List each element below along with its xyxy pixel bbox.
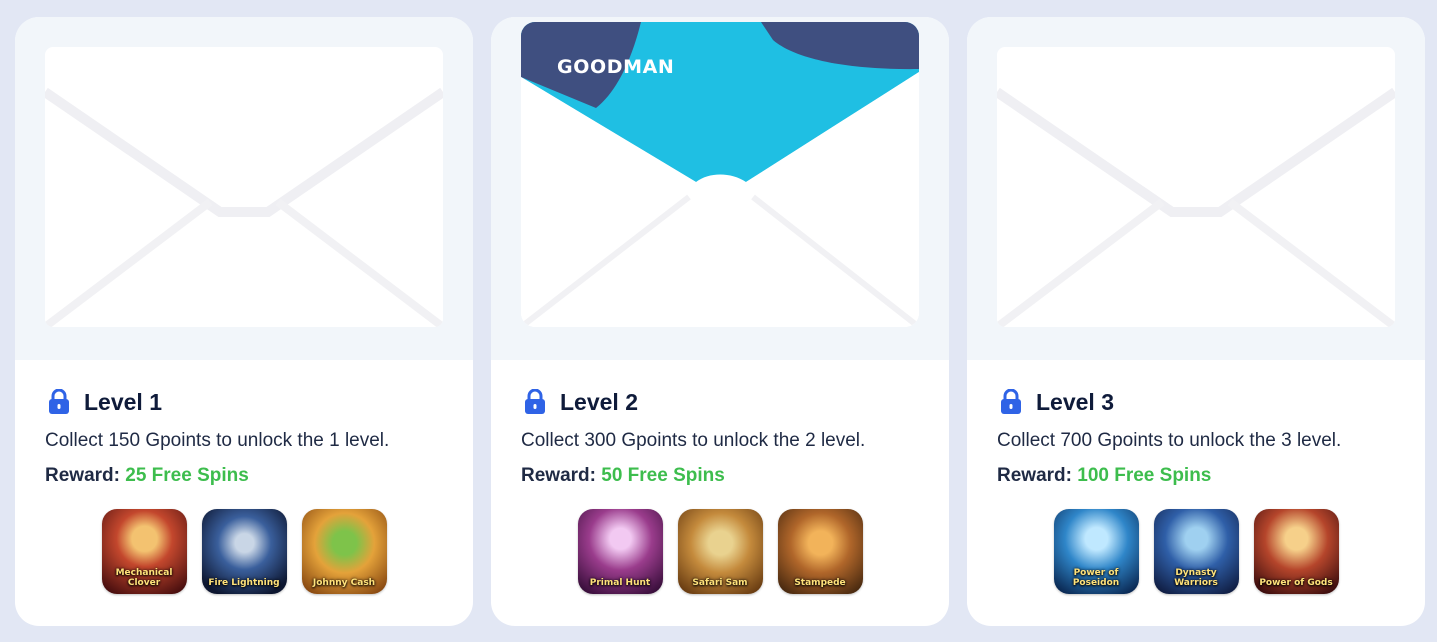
lock-icon	[524, 388, 546, 415]
card-image-area: GOODMAN	[491, 17, 949, 360]
game-tile-johnny-cash[interactable]: Johnny Cash	[301, 509, 387, 594]
game-list: Mechanical Clover Fire Lightning Johnny …	[15, 509, 473, 595]
game-tile-power-of-poseidon[interactable]: Power of Poseidon	[1053, 509, 1139, 594]
game-name: Power of Poseidon	[1072, 568, 1120, 588]
game-name: Johnny Cash	[312, 578, 376, 588]
reward-line: Reward: 25 Free Spins	[45, 465, 249, 487]
card-image-area	[967, 17, 1425, 360]
reward-value: 50 Free Spins	[601, 465, 725, 486]
level-title: Level 1	[84, 388, 162, 415]
game-tile-safari-sam[interactable]: Safari Sam	[677, 509, 763, 594]
lock-icon	[48, 388, 70, 415]
game-tile-primal-hunt[interactable]: Primal Hunt	[577, 509, 663, 594]
game-name: Mechanical Clover	[115, 568, 173, 588]
game-name: Safari Sam	[692, 578, 748, 588]
reward-label: Reward:	[45, 465, 120, 486]
level-card-1[interactable]: Level 1 Collect 150 Gpoints to unlock th…	[15, 17, 473, 626]
reward-label: Reward:	[521, 465, 596, 486]
reward-line: Reward: 50 Free Spins	[521, 465, 725, 487]
level-title: Level 2	[560, 388, 638, 415]
level-card-3[interactable]: Level 3 Collect 700 Gpoints to unlock th…	[967, 17, 1425, 626]
game-name: Power of Gods	[1259, 578, 1333, 588]
game-name: Stampede	[794, 578, 846, 588]
game-list: Power of Poseidon Dynasty Warriors Power…	[967, 509, 1425, 595]
level-description: Collect 150 Gpoints to unlock the 1 leve…	[45, 430, 390, 451]
game-tile-dynasty-warriors[interactable]: Dynasty Warriors	[1153, 509, 1239, 594]
lock-icon	[1000, 388, 1022, 415]
game-tile-mechanical-clover[interactable]: Mechanical Clover	[101, 509, 187, 594]
level-description: Collect 300 Gpoints to unlock the 2 leve…	[521, 430, 866, 451]
brand-logo: GOODMAN	[557, 56, 675, 78]
level-title: Level 3	[1036, 388, 1114, 415]
envelope-icon	[45, 47, 443, 327]
game-name: Fire Lightning	[208, 578, 280, 588]
reward-label: Reward:	[997, 465, 1072, 486]
level-description: Collect 700 Gpoints to unlock the 3 leve…	[997, 430, 1342, 451]
game-list: Primal Hunt Safari Sam Stampede	[491, 509, 949, 595]
reward-value: 100 Free Spins	[1077, 465, 1212, 486]
game-tile-stampede[interactable]: Stampede	[777, 509, 863, 594]
game-name: Primal Hunt	[589, 578, 651, 588]
level-card-2[interactable]: GOODMAN Level 2 Collect 300 Gpoints to u…	[491, 17, 949, 626]
game-tile-fire-lightning[interactable]: Fire Lightning	[201, 509, 287, 594]
reward-value: 25 Free Spins	[125, 465, 249, 486]
game-name: Dynasty Warriors	[1174, 568, 1218, 588]
branded-envelope-icon: GOODMAN	[521, 22, 919, 327]
envelope-icon	[997, 47, 1395, 327]
card-image-area	[15, 17, 473, 360]
game-tile-power-of-gods[interactable]: Power of Gods	[1253, 509, 1339, 594]
reward-line: Reward: 100 Free Spins	[997, 465, 1211, 487]
